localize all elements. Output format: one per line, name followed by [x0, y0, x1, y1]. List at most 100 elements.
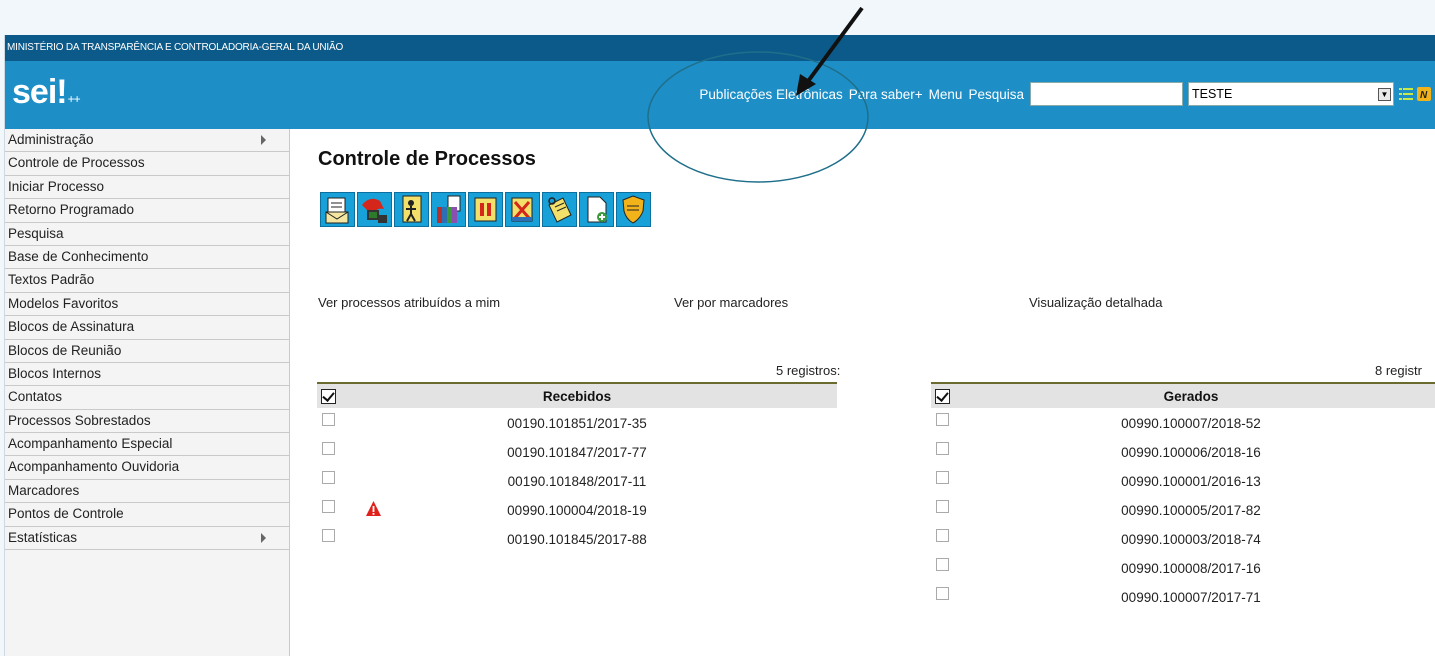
column-title: Recebidos: [542, 389, 612, 404]
table-row: 00990.100004/2018-19: [317, 495, 837, 524]
process-number-link[interactable]: 00190.101845/2017-88: [317, 532, 837, 547]
received-table: Recebidos 00190.101851/2017-35 00190.101…: [317, 382, 837, 553]
sidebar-item-blocos-internos[interactable]: Blocos Internos: [5, 363, 289, 387]
process-number-link[interactable]: 00990.100006/2018-16: [931, 445, 1435, 460]
sidebar-item-label: Iniciar Processo: [8, 178, 105, 194]
sidebar-item-label: Pontos de Controle: [8, 506, 124, 522]
sidebar-item-pontos-de-controle[interactable]: Pontos de Controle: [5, 503, 289, 527]
sidebar-item-label: Acompanhamento Especial: [8, 436, 173, 452]
table-header: Recebidos: [317, 384, 837, 408]
sidebar-item-label: Processos Sobrestados: [8, 412, 151, 428]
header-nav: Publicações Eletrônicas Para saber+ Menu…: [699, 81, 1435, 107]
sidebar-item-label: Textos Padrão: [8, 272, 95, 288]
page-title: Controle de Processos: [318, 148, 536, 170]
logo-text: sei!: [12, 73, 68, 111]
conclude-process-icon[interactable]: [505, 192, 540, 227]
sidebar-item-textos-padrao[interactable]: Textos Padrão: [5, 269, 289, 293]
notes-icon[interactable]: N: [1417, 87, 1431, 101]
sidebar-item-label: Blocos de Reunião: [8, 342, 122, 358]
sidebar-item-label: Administração: [8, 132, 94, 147]
table-row: 00190.101851/2017-35: [317, 408, 837, 437]
process-number-link[interactable]: 00990.100007/2018-52: [931, 416, 1435, 431]
table-row: 00190.101845/2017-88: [317, 524, 837, 553]
sidebar-item-label: Marcadores: [8, 482, 80, 498]
unit-select-value: TESTE: [1192, 87, 1233, 101]
received-count: 5 registros:: [776, 363, 841, 378]
annotation-icon[interactable]: [542, 192, 577, 227]
table-row: 00190.101848/2017-11: [317, 466, 837, 495]
remote-publish-icon[interactable]: [357, 192, 392, 227]
process-number-link[interactable]: 00190.101851/2017-35: [317, 416, 837, 431]
sidebar-item-label: Blocos de Assinatura: [8, 319, 135, 335]
sidebar-item-label: Pesquisa: [8, 225, 64, 241]
process-number-link[interactable]: 00190.101848/2017-11: [317, 474, 837, 489]
table-row: 00990.100007/2017-71: [931, 582, 1435, 611]
sidebar-item-label: Controle de Processos: [8, 155, 145, 171]
app-window: MINISTÉRIO DA TRANSPARÊNCIA E CONTROLADO…: [4, 35, 1435, 656]
sidebar-item-label: Base de Conhecimento: [8, 248, 149, 264]
new-document-icon[interactable]: [579, 192, 614, 227]
relate-docs-icon[interactable]: [431, 192, 466, 227]
sidebar-item-marcadores[interactable]: Marcadores: [5, 480, 289, 504]
generated-count: 8 registr: [1375, 363, 1422, 378]
sidebar-item-label: Estatísticas: [8, 529, 78, 545]
send-process-icon[interactable]: [320, 192, 355, 227]
chevron-right-icon: [261, 135, 266, 145]
sidebar-item-acompanhamento-ouvidoria[interactable]: Acompanhamento Ouvidoria: [5, 456, 289, 480]
chevron-down-icon[interactable]: ▼: [1378, 87, 1391, 101]
nav-menu[interactable]: Menu: [929, 87, 963, 102]
link-by-markers[interactable]: Ver por marcadores: [674, 295, 788, 310]
process-number-link[interactable]: 00990.100003/2018-74: [931, 532, 1435, 547]
process-number-link[interactable]: 00990.100001/2016-13: [931, 474, 1435, 489]
sidebar-item-label: Modelos Favoritos: [8, 295, 119, 311]
main-content: Controle de Processos Ver processos atri…: [290, 129, 1435, 656]
table-row: 00990.100006/2018-16: [931, 437, 1435, 466]
process-number-link[interactable]: 00990.100005/2017-82: [931, 503, 1435, 518]
sidebar-item-estatisticas[interactable]: Estatísticas: [5, 527, 289, 551]
sidebar-item-pesquisa[interactable]: Pesquisa: [5, 223, 289, 246]
chevron-right-icon: [261, 532, 266, 543]
sidebar-item-blocos-de-reuniao[interactable]: Blocos de Reunião: [5, 340, 289, 363]
sidebar-item-contatos[interactable]: Contatos: [5, 386, 289, 410]
sidebar-item-administracao[interactable]: Administração: [5, 129, 289, 153]
nav-para-saber[interactable]: Para saber+: [849, 87, 923, 102]
sidebar-item-base-de-conhecimento[interactable]: Base de Conhecimento: [5, 246, 289, 270]
process-number-link[interactable]: 00990.100008/2017-16: [931, 561, 1435, 576]
nav-publicacoes-eletronicas[interactable]: Publicações Eletrônicas: [699, 87, 842, 102]
process-number-link[interactable]: 00190.101847/2017-77: [317, 445, 837, 460]
action-toolbar: [320, 192, 653, 227]
sidebar-item-iniciar-processo[interactable]: Iniciar Processo: [5, 176, 289, 200]
process-number-link[interactable]: 00990.100004/2018-19: [317, 503, 837, 518]
sidebar-item-label: Contatos: [8, 389, 63, 405]
table-row: 00990.100007/2018-52: [931, 408, 1435, 437]
org-bar: MINISTÉRIO DA TRANSPARÊNCIA E CONTROLADO…: [5, 35, 1435, 61]
process-number-link[interactable]: 00990.100007/2017-71: [931, 590, 1435, 605]
sidebar-item-modelos-favoritos[interactable]: Modelos Favoritos: [5, 293, 289, 317]
list-view-icon[interactable]: [1399, 87, 1413, 101]
table-row: 00190.101847/2017-77: [317, 437, 837, 466]
table-row: 00990.100005/2017-82: [931, 495, 1435, 524]
column-title: Gerados: [1163, 389, 1219, 404]
table-row: 00990.100008/2017-16: [931, 553, 1435, 582]
sidebar-item-blocos-de-assinatura[interactable]: Blocos de Assinatura: [5, 316, 289, 340]
suspend-icon[interactable]: [468, 192, 503, 227]
sidebar-item-retorno-programado[interactable]: Retorno Programado: [5, 199, 289, 223]
sigilo-shield-icon[interactable]: [616, 192, 651, 227]
nav-pesquisa[interactable]: Pesquisa: [968, 87, 1024, 102]
link-detailed-view[interactable]: Visualização detalhada: [1029, 295, 1162, 310]
sidebar-item-label: Retorno Programado: [8, 202, 135, 218]
sidebar-item-controle-de-processos[interactable]: Controle de Processos: [5, 152, 289, 176]
generated-table: Gerados 00990.100007/2018-52 00990.10000…: [931, 382, 1435, 611]
unit-select[interactable]: TESTE ▼: [1188, 82, 1394, 106]
sidebar-menu: Administração Controle de Processos Inic…: [5, 129, 290, 656]
table-row: 00990.100001/2016-13: [931, 466, 1435, 495]
table-row: 00990.100003/2018-74: [931, 524, 1435, 553]
search-input[interactable]: [1030, 82, 1183, 106]
sidebar-item-label: Acompanhamento Ouvidoria: [8, 459, 180, 475]
sidebar-item-label: Blocos Internos: [8, 365, 102, 381]
link-assigned-to-me[interactable]: Ver processos atribuídos a mim: [318, 295, 500, 310]
sidebar-item-processos-sobrestados[interactable]: Processos Sobrestados: [5, 410, 289, 434]
sei-logo[interactable]: sei!++: [12, 73, 81, 112]
sidebar-item-acompanhamento-especial[interactable]: Acompanhamento Especial: [5, 433, 289, 457]
assign-user-icon[interactable]: [394, 192, 429, 227]
